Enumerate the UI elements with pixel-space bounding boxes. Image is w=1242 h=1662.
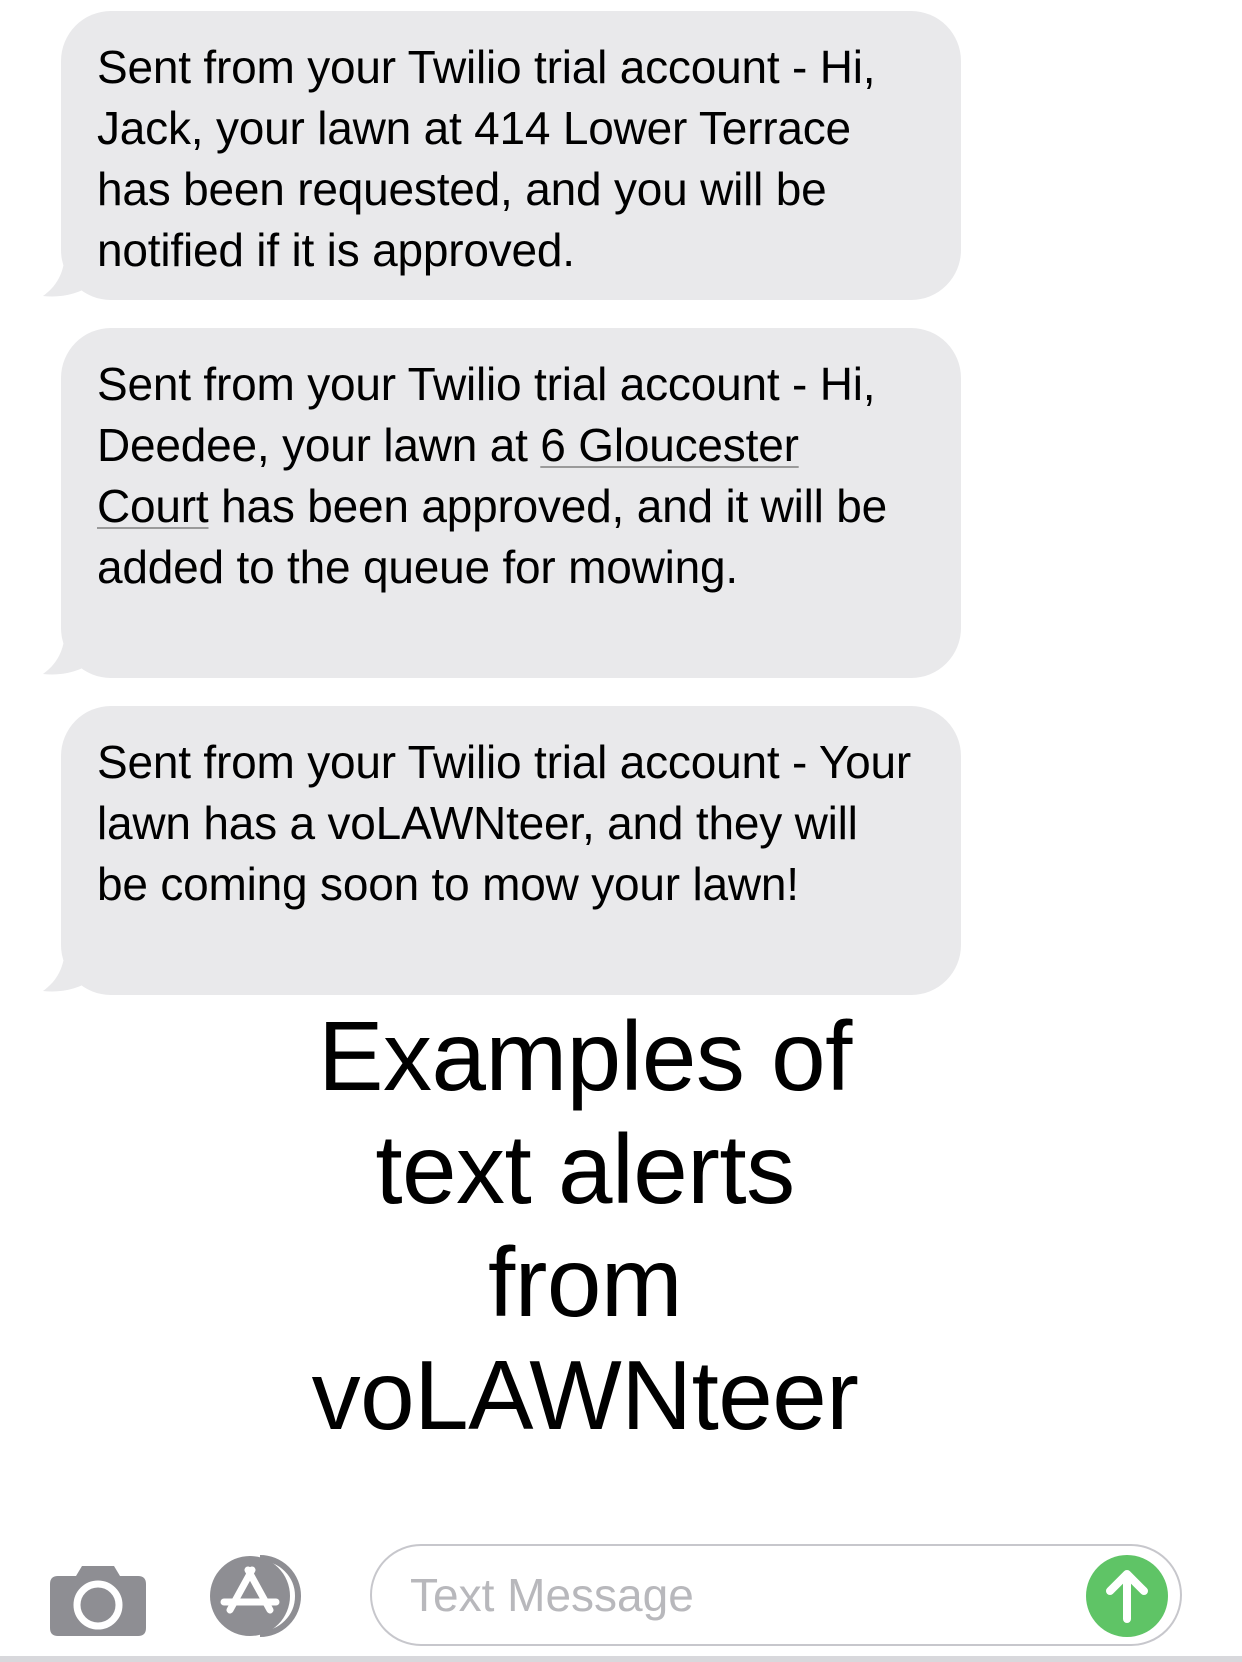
bubble-tail: [43, 250, 93, 297]
message-text: Sent from your Twilio trial account - Yo…: [97, 736, 912, 910]
app-store-icon: [210, 1555, 301, 1637]
message-text: Sent from your Twilio trial account - Hi…: [97, 41, 876, 276]
bottom-divider: [0, 1656, 1242, 1662]
send-button[interactable]: [1086, 1555, 1168, 1637]
message-bubble[interactable]: Sent from your Twilio trial account - Yo…: [43, 706, 961, 995]
message-bubble[interactable]: Sent from your Twilio trial account - Hi…: [43, 11, 961, 300]
camera-icon: [50, 1566, 146, 1636]
bubble-tail: [43, 628, 93, 675]
message-composer: [0, 1530, 1242, 1662]
message-bubble[interactable]: Sent from your Twilio trial account - Hi…: [43, 328, 961, 678]
camera-button[interactable]: [50, 1560, 146, 1636]
arrow-up-icon: [1106, 1570, 1148, 1623]
caption-title: Examples of text alerts from voLAWNteer: [311, 1001, 859, 1450]
message-input[interactable]: [410, 1562, 1050, 1628]
bubble-tail: [43, 945, 93, 992]
message-input-field[interactable]: [370, 1544, 1182, 1646]
message-text: has been approved, and it will be added …: [97, 480, 888, 593]
app-store-button[interactable]: [208, 1554, 318, 1638]
